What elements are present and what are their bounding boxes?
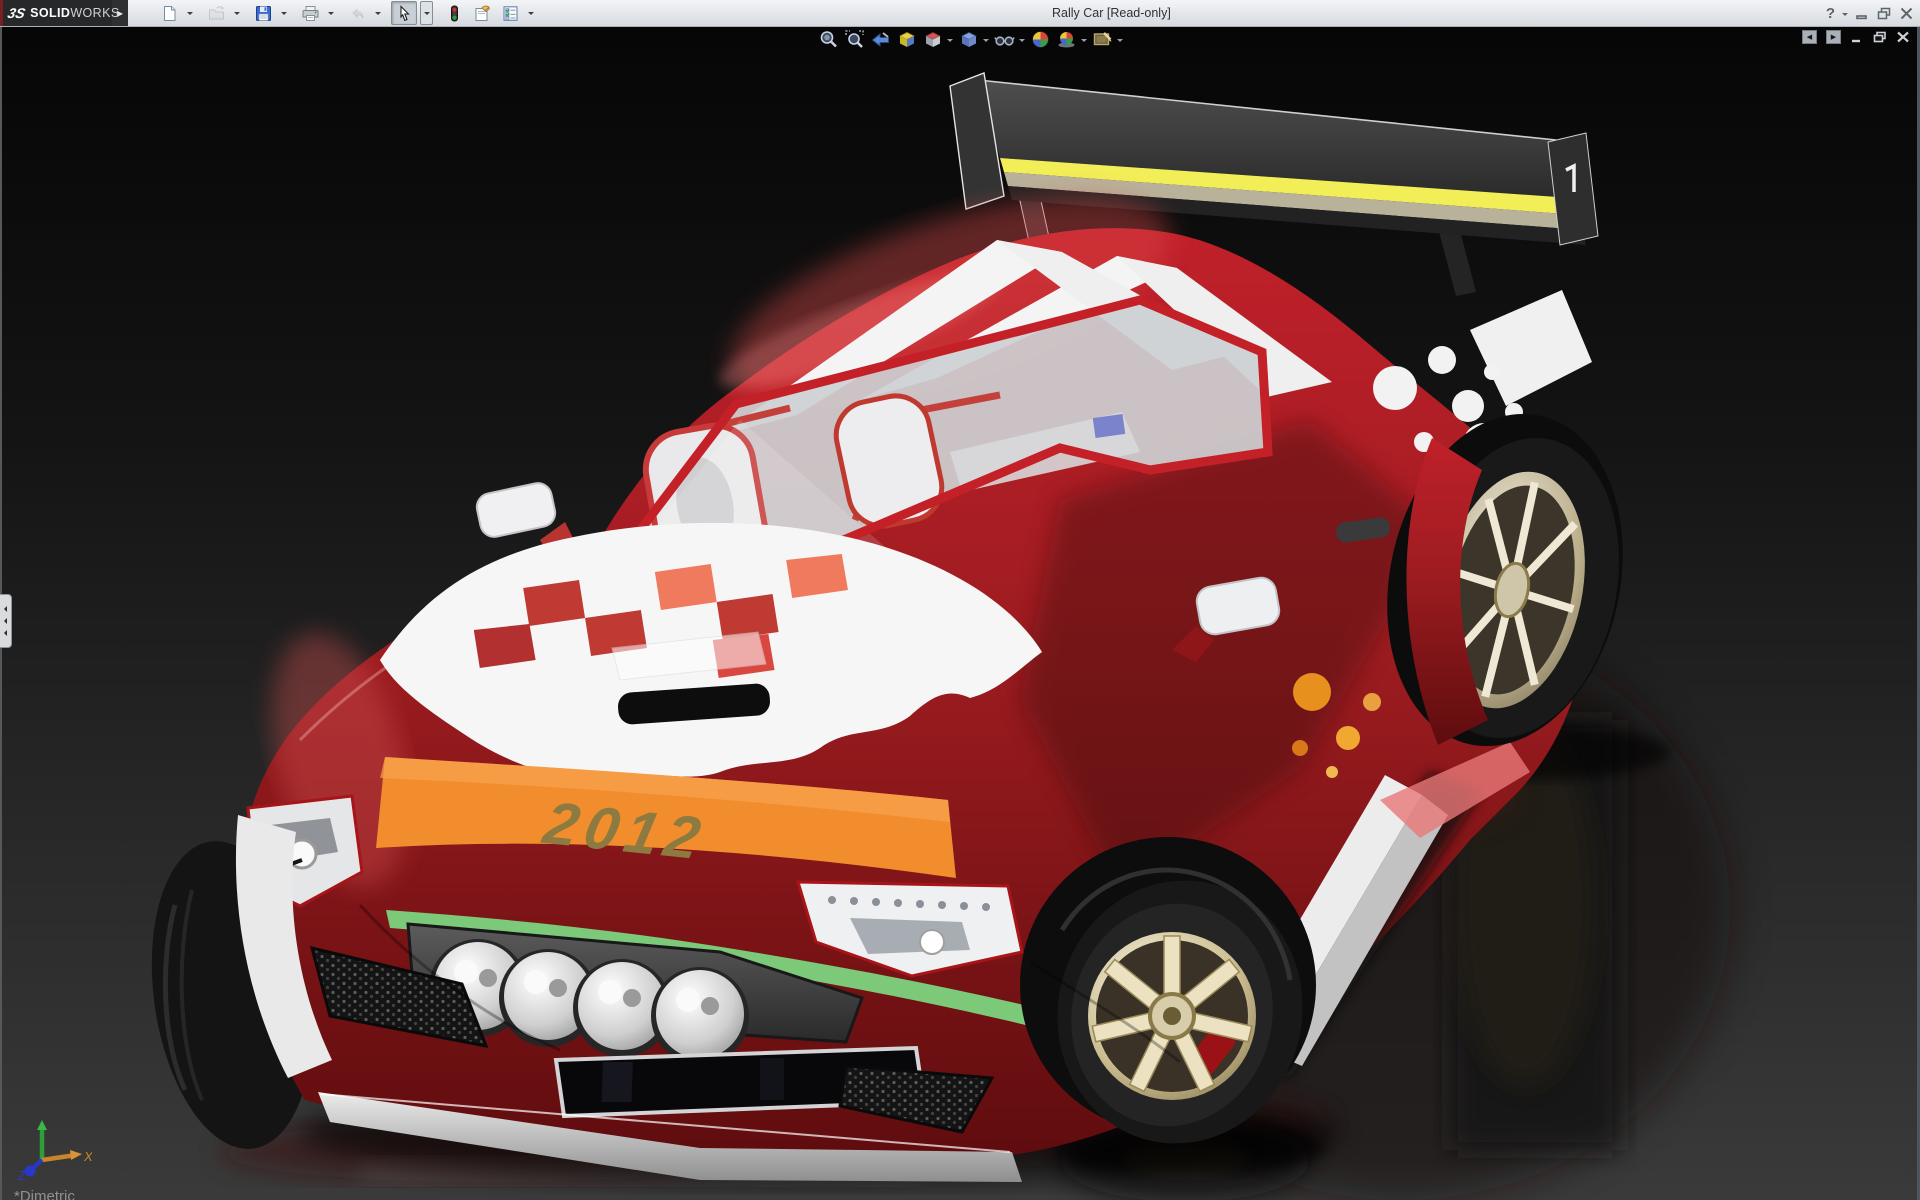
select-cursor-icon (399, 4, 410, 21)
options-checklist-icon (503, 5, 517, 21)
view-settings-dropdown[interactable] (1117, 38, 1123, 45)
hide-show-items-button[interactable] (994, 27, 1015, 51)
doc-close-button[interactable] (1896, 31, 1910, 43)
window-title: Rally Car [Read-only] (1052, 6, 1171, 20)
zoom-area-icon (845, 29, 864, 48)
new-dropdown[interactable] (184, 2, 195, 24)
apply-scene-button[interactable] (1056, 27, 1077, 51)
doc-restore-button[interactable] (1873, 31, 1887, 43)
graphics-area[interactable]: 2012 ◀ ▶ X Z *Dimetric (0, 26, 1920, 1200)
window-controls: ? (1826, 0, 1914, 26)
print-icon (302, 5, 318, 21)
rebuild-button[interactable] (441, 1, 467, 25)
new-button[interactable] (156, 1, 182, 25)
pane-right-button[interactable]: ▶ (1826, 30, 1841, 44)
save-dropdown[interactable] (278, 2, 289, 24)
save-button[interactable] (250, 1, 276, 25)
view-orientation-cube-icon (925, 31, 941, 47)
logo-accent (0, 0, 3, 26)
view-orientation-label: *Dimetric (14, 1188, 75, 1200)
reference-triad: X Z (17, 1120, 92, 1183)
main-toolbar (156, 1, 542, 25)
options-dropdown[interactable] (525, 2, 536, 24)
view-settings-icon (1093, 31, 1112, 45)
display-style-button[interactable] (958, 27, 979, 51)
help-dropdown[interactable] (1842, 12, 1848, 19)
print-dropdown[interactable] (325, 2, 336, 24)
apply-scene-dropdown[interactable] (1081, 38, 1087, 45)
view-orientation-dropdown[interactable] (947, 38, 953, 45)
edit-appearance-button[interactable] (1030, 27, 1051, 51)
display-style-dropdown[interactable] (983, 38, 989, 45)
doc-minimize-button[interactable] (1850, 31, 1864, 43)
print-button[interactable] (297, 1, 323, 25)
zoom-fit-icon (820, 30, 837, 47)
options-button[interactable] (497, 1, 523, 25)
previous-view-icon (871, 31, 889, 47)
minimize-button[interactable] (1855, 7, 1870, 20)
file-properties-button[interactable] (469, 1, 495, 25)
save-floppy-icon (255, 5, 271, 21)
view-orientation-button[interactable] (922, 27, 943, 51)
display-style-cube-icon (961, 31, 977, 47)
view-settings-button[interactable] (1092, 27, 1113, 51)
hide-show-items-dropdown[interactable] (1019, 38, 1025, 45)
undo-dropdown[interactable] (372, 2, 383, 24)
help-button[interactable]: ? (1826, 5, 1835, 22)
section-view-button[interactable] (896, 27, 917, 51)
close-button[interactable] (1899, 7, 1914, 20)
scene-ball-icon (1058, 31, 1075, 47)
triad-x-label: X (83, 1149, 92, 1164)
logo-3ds-mark: 3S (6, 5, 28, 21)
eyeglasses-icon (994, 35, 1015, 46)
zoom-fit-button[interactable] (818, 27, 839, 51)
document-window-controls: ◀ ▶ (1802, 30, 1910, 44)
title-bar: 3S SOLID WORKS ▶ Rally Car [Read-only] ? (0, 0, 1920, 27)
new-document-icon (163, 5, 175, 21)
solidworks-logo: 3S SOLID WORKS (0, 0, 119, 26)
open-button[interactable] (203, 1, 229, 25)
traffic-light-icon (450, 5, 458, 21)
feature-tree-collapse-tab[interactable] (0, 594, 12, 648)
zoom-area-button[interactable] (844, 27, 865, 51)
undo-button[interactable] (344, 1, 370, 25)
headsup-view-toolbar (818, 27, 1123, 51)
file-properties-icon (475, 5, 490, 21)
pane-left-button[interactable]: ◀ (1802, 30, 1817, 44)
model-viewport[interactable]: 2012 (0, 26, 1920, 1200)
open-dropdown[interactable] (231, 2, 242, 24)
logo-solid-text: SOLID (30, 6, 71, 20)
triad-z-label: Z (17, 1168, 27, 1183)
previous-view-button[interactable] (870, 27, 891, 51)
appearance-ball-icon (1032, 30, 1049, 48)
section-view-icon (899, 31, 915, 47)
select-button[interactable] (391, 1, 417, 25)
select-dropdown[interactable] (420, 1, 433, 25)
restore-button[interactable] (1877, 7, 1892, 20)
open-folder-icon (208, 5, 224, 19)
logo-works-text: WORKS (70, 6, 120, 20)
undo-arrow-icon (351, 8, 363, 18)
